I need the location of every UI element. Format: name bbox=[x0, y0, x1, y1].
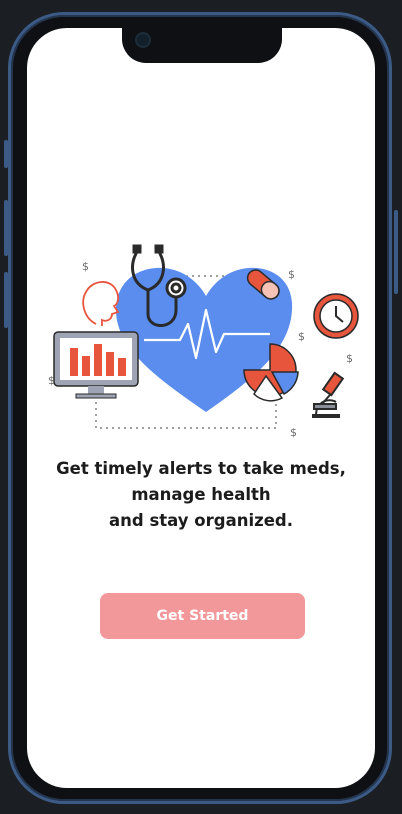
clock-icon bbox=[313, 293, 359, 339]
svg-text:$: $ bbox=[48, 374, 55, 387]
side-button-left bbox=[4, 200, 8, 256]
notch bbox=[122, 28, 282, 63]
onboarding-line: manage health bbox=[131, 485, 271, 504]
camera-icon bbox=[137, 34, 149, 46]
svg-text:$: $ bbox=[82, 260, 89, 273]
onboarding-illustration: $ $ $ $ $ $ bbox=[48, 244, 359, 439]
side-button-right bbox=[394, 210, 398, 294]
phone-mockup: $ $ $ $ $ $ Get timely alerts to take me… bbox=[0, 0, 402, 814]
svg-text:$: $ bbox=[346, 352, 353, 365]
side-button-left bbox=[4, 272, 8, 328]
get-started-button[interactable]: Get Started bbox=[100, 593, 305, 639]
onboarding-line: Get timely alerts to take meds, bbox=[56, 459, 346, 478]
onboarding-line: and stay organized. bbox=[109, 511, 293, 530]
svg-text:$: $ bbox=[288, 268, 295, 281]
svg-text:$: $ bbox=[298, 330, 305, 343]
monitor-chart-icon bbox=[53, 331, 139, 399]
head-profile-icon bbox=[82, 281, 120, 326]
microscope-icon bbox=[312, 371, 345, 418]
onboarding-message: Get timely alerts to take meds, manage h… bbox=[30, 456, 372, 534]
side-button-left bbox=[4, 140, 8, 168]
svg-text:$: $ bbox=[290, 426, 297, 439]
